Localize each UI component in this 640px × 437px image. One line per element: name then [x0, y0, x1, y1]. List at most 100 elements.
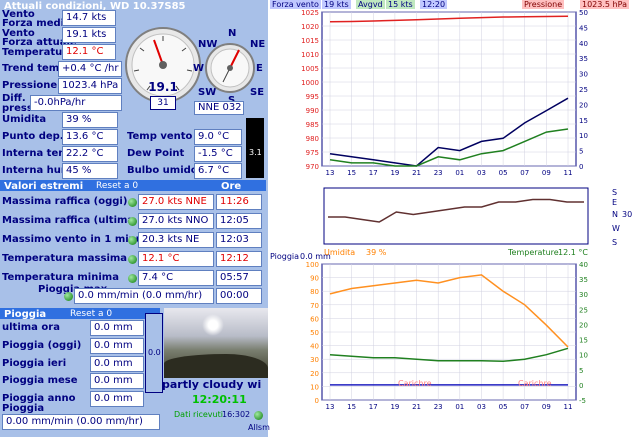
y-left-tick-label: 975	[306, 149, 319, 157]
extreme-value: 27.0 kts NNE	[138, 194, 214, 210]
x-tick-label: 09	[542, 403, 551, 411]
hills	[164, 354, 268, 378]
direction-axis-label: E	[612, 198, 618, 207]
y-left-tick-label: 1000	[301, 79, 319, 87]
y-left-tick-label: 1015	[301, 37, 319, 45]
extreme-label: Temperatura massima	[2, 253, 128, 264]
temperature-value: 12.1 °C	[62, 44, 116, 60]
y-right-tick-label: 35	[579, 55, 588, 63]
wetbulb-value: 6.7 °C	[194, 163, 242, 179]
y-left-tick-label: 0	[315, 397, 319, 405]
rain-rate-value: 0.00 mm/min (0.00 mm/hr)	[2, 414, 160, 430]
rain-row-value: 0.0 mm	[90, 373, 144, 389]
y-left-tick-label: 20	[310, 370, 319, 378]
legend-hum-label: Umidita	[324, 248, 356, 257]
x-tick-label: 03	[477, 403, 486, 411]
pressure-wind-chart: 9709759809859909951000100510101015102010…	[301, 9, 588, 177]
y-right-tick-label: 0	[579, 382, 583, 390]
y-left-tick-label: 990	[306, 107, 319, 115]
y-right-tick-label: 15	[579, 337, 588, 345]
extreme-indicator	[128, 236, 137, 245]
extremes-time-header: Ore	[221, 181, 242, 192]
avg-wind-value: 14.7 kts	[62, 10, 116, 26]
legend-temp-label: Temperature	[508, 248, 559, 257]
dew-point-label: Dew Point	[127, 148, 185, 159]
pressure-value: 1023.4 hPa	[58, 78, 122, 94]
rain-gauge: 0.0	[145, 313, 163, 393]
y-left-tick-label: 970	[306, 163, 319, 171]
rain-row-value: 0.0 mm	[90, 391, 144, 407]
y-left-tick-label: 90	[310, 275, 319, 283]
extreme-indicator	[128, 274, 137, 283]
extreme-time: 12:12	[216, 251, 262, 267]
legend-hum-value: 39 %	[366, 248, 387, 257]
rain-row-label: Pioggia (oggi)	[2, 340, 82, 351]
x-tick-label: 21	[412, 403, 421, 411]
rain-max-indicator	[64, 292, 73, 301]
indoor-hum-value: 45 %	[62, 163, 118, 179]
alarm-indicator[interactable]	[254, 411, 263, 420]
compass-n: N	[228, 28, 237, 39]
weather-caption: partly cloudy wi	[162, 378, 262, 391]
y-right-tick-label: 15	[579, 117, 588, 125]
extreme-label: Temperatura minima	[2, 272, 119, 283]
legend-temp-value: 12.1 °C	[558, 248, 588, 257]
current-wind-value: 19.1 kts	[62, 27, 116, 43]
extreme-indicator	[128, 255, 137, 264]
extreme-time: 12:03	[216, 232, 262, 248]
y-right-tick-label: 40	[579, 40, 588, 48]
x-tick-label: 21	[412, 169, 421, 177]
rain-reset[interactable]: Reset a 0	[70, 309, 112, 319]
y-right-tick-label: 5	[579, 148, 583, 156]
y-left-tick-label: 1005	[301, 65, 319, 73]
y-right-tick-label: 25	[579, 86, 588, 94]
rain-gauge-value: 0.0	[148, 348, 161, 357]
y-right-tick-label: 30	[579, 71, 588, 79]
direction-axis-label: 30	[622, 210, 633, 219]
rain-row-label: Pioggia mese	[2, 375, 78, 386]
extreme-indicator	[128, 217, 137, 226]
webcam-image[interactable]	[164, 308, 268, 378]
temp-trend-label: Trend temp	[2, 63, 67, 74]
indoor-hum-label: Interna hum	[2, 165, 72, 176]
y-right-tick-label: 35	[579, 276, 588, 284]
wind-direction-value: NNE 032 °	[194, 101, 244, 115]
x-tick-label: 05	[499, 403, 508, 411]
y-right-tick-label: 45	[579, 24, 588, 32]
rain-row-label: ultima ora	[2, 322, 60, 333]
windchill-label: Temp vento	[127, 131, 193, 142]
direction-axis-label: S	[612, 188, 618, 197]
y-right-tick-label: 0	[579, 163, 583, 171]
x-tick-label: 23	[434, 403, 443, 411]
dewpoint-value: 13.6 °C	[62, 129, 118, 145]
x-tick-label: 11	[564, 403, 573, 411]
direction-axis-label: S	[612, 238, 618, 247]
y-right-tick-label: 50	[579, 9, 588, 17]
dewpoint-label: Punto dep.	[2, 131, 64, 142]
speed-gauge-value: 19.1	[148, 80, 178, 94]
y-left-tick-label: 1025	[301, 9, 319, 17]
extreme-value: 7.4 °C	[138, 270, 214, 286]
y-left-tick-label: 985	[306, 121, 319, 129]
x-tick-label: 09	[542, 169, 551, 177]
uv-index-bar: 3.1	[246, 118, 264, 178]
y-left-tick-label: 10	[310, 383, 319, 391]
extremes-reset[interactable]: Reset a 0	[96, 181, 138, 191]
x-tick-label: 17	[369, 403, 378, 411]
y-right-tick-label: -5	[579, 397, 586, 405]
y-right-tick-label: 20	[579, 321, 588, 329]
x-tick-label: 19	[390, 169, 399, 177]
x-tick-label: 15	[347, 169, 356, 177]
compass-e: E	[256, 63, 263, 74]
x-tick-label: 05	[499, 169, 508, 177]
x-tick-label: 13	[326, 403, 335, 411]
wind-speed-gauge: 19.1	[125, 27, 201, 103]
y-left-tick-label: 50	[310, 329, 319, 337]
plot-area	[323, 187, 589, 245]
compass-w: W	[193, 63, 205, 74]
y-left-tick-label: 80	[310, 288, 319, 296]
y-left-tick-label: 30	[310, 356, 319, 364]
extreme-time: 11:26	[216, 194, 262, 210]
y-left-tick-label: 60	[310, 315, 319, 323]
x-tick-label: 01	[455, 403, 464, 411]
